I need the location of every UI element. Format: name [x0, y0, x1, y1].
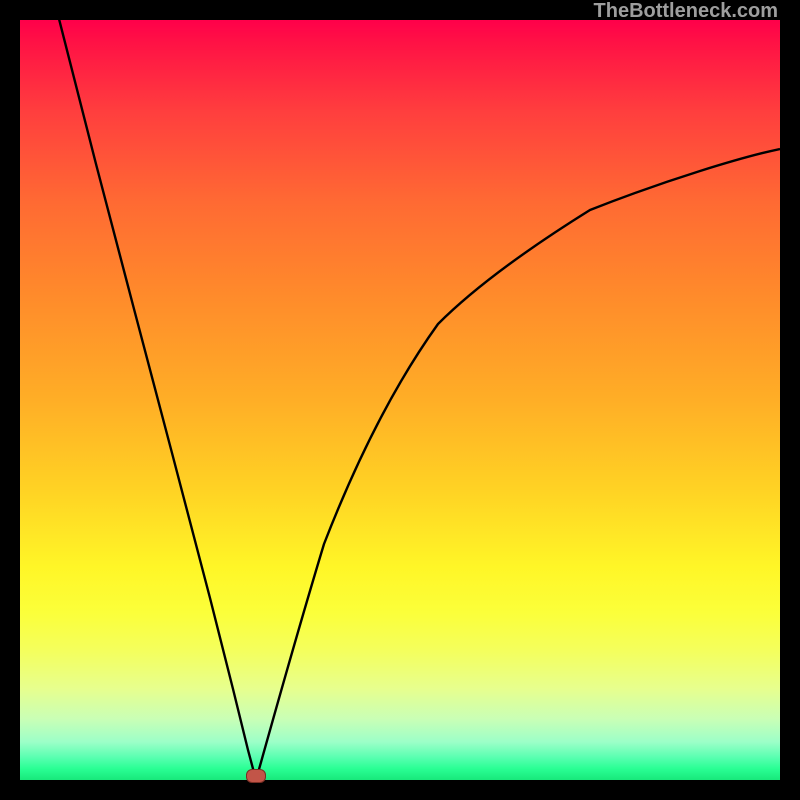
chart-frame: [20, 20, 780, 780]
optimal-point-marker: [246, 769, 266, 783]
severity-gradient-background: [20, 20, 780, 780]
plot-area: [20, 20, 780, 780]
